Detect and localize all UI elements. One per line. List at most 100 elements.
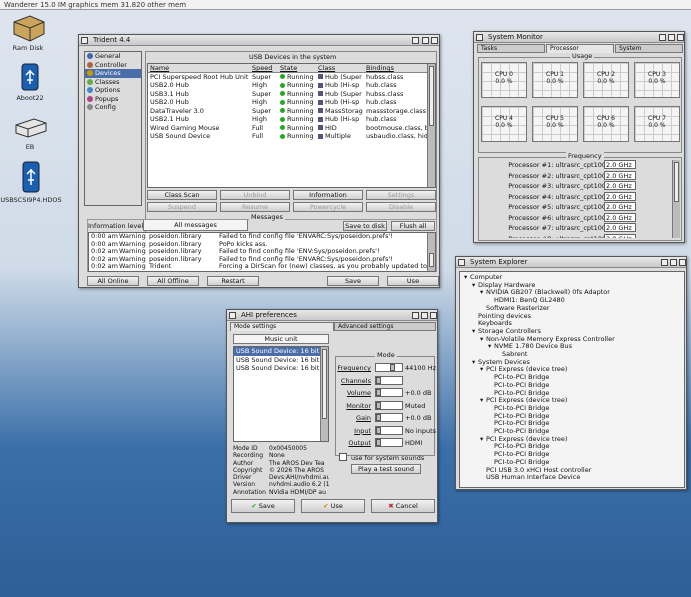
tab-advanced-settings[interactable]: Advanced settings	[334, 322, 436, 331]
slider-knob[interactable]	[376, 426, 381, 434]
log-row[interactable]: 0:02 am Warning poseidon.library Failed to …	[89, 256, 435, 264]
depth-gadget-icon[interactable]	[668, 34, 675, 41]
close-gadget-icon[interactable]	[81, 37, 88, 44]
all-offline-button[interactable]: All Offline	[147, 276, 199, 286]
devices-table[interactable]: Name Speed State Class Bindings PCI Superspe…	[147, 63, 436, 188]
table-row[interactable]: Wired Gaming Mouse Full Running HID bootmous…	[148, 124, 435, 133]
trident-nav-list[interactable]: General Controller Devices Classes Options Po…	[84, 51, 142, 206]
nav-item-classes[interactable]: Classes	[85, 78, 141, 87]
close-gadget-icon[interactable]	[476, 34, 483, 41]
ahi-titlebar[interactable]: AHI preferences	[227, 310, 437, 321]
column-header[interactable]: Class	[318, 64, 364, 73]
mode-scrollbar[interactable]	[320, 347, 328, 441]
slider-knob[interactable]	[376, 376, 381, 384]
ahi-save-button[interactable]: ✔ Save	[231, 499, 295, 513]
input-slider[interactable]	[375, 425, 403, 435]
iconify-gadget-icon[interactable]	[430, 312, 437, 319]
messages-log[interactable]: 0:00 am Warning poseidon.library Failed to …	[88, 232, 436, 272]
tree-node[interactable]: ▾ NVME 1.780 Device Bus	[464, 342, 615, 351]
nav-item-options[interactable]: Options	[85, 86, 141, 95]
table-row[interactable]: PCI Superspeed Root Hub Unit 0 Super Runni…	[148, 73, 435, 82]
slider-knob[interactable]	[376, 439, 381, 446]
iconify-gadget-icon[interactable]	[431, 37, 438, 44]
tab-processor[interactable]: Processor	[546, 44, 614, 53]
play-test-sound-button[interactable]: Play a test sound	[351, 464, 421, 474]
information-button[interactable]: Information	[293, 190, 363, 200]
table-row[interactable]: USB2.0 Hub High Running Hub (Hi-sp hub.class	[148, 98, 435, 107]
suspend-button[interactable]: Suspend	[147, 202, 217, 212]
log-row[interactable]: 0:02 am Warning Trident Forcing a DirScan f…	[89, 263, 435, 271]
table-row[interactable]: USB2.1 Hub High Running Hub (Hi-sp hub.class	[148, 115, 435, 124]
nav-item-devices[interactable]: Devices	[85, 69, 141, 78]
slider-knob[interactable]	[376, 414, 381, 421]
sysmon-titlebar[interactable]: System Monitor	[474, 32, 684, 43]
table-row[interactable]: DataTraveler 3.0 Super Running MassStorag ma…	[148, 107, 435, 116]
resume-button[interactable]: Resume	[220, 202, 290, 212]
class-scan-button[interactable]: Class Scan	[147, 190, 217, 200]
powercycle-button[interactable]: Powercycle	[293, 202, 363, 212]
column-header[interactable]: Bindings	[366, 64, 434, 73]
depth-gadget-icon[interactable]	[421, 312, 428, 319]
monitor-slider[interactable]	[375, 400, 403, 410]
frequency-slider[interactable]	[375, 363, 403, 372]
system-sounds-checkbox[interactable]	[339, 453, 347, 461]
desktop-icon-aboot22[interactable]: Aboot22	[0, 62, 60, 102]
column-header[interactable]: State	[280, 64, 316, 73]
table-row[interactable]: USB Sound Device Full Running Multiple usbau…	[148, 132, 435, 141]
volume-slider[interactable]	[375, 388, 403, 397]
close-gadget-icon[interactable]	[229, 312, 236, 319]
close-gadget-icon[interactable]	[458, 259, 465, 266]
slider-knob[interactable]	[376, 389, 381, 396]
output-slider[interactable]	[375, 438, 403, 447]
unit-select[interactable]: Music unit	[233, 334, 329, 344]
desktop-icon-usbscsi[interactable]: USBSCSI9P4.HDOS	[0, 160, 66, 204]
depth-gadget-icon[interactable]	[422, 37, 429, 44]
tab-mode-settings[interactable]: Mode settings	[230, 322, 334, 331]
device-tree[interactable]: ▾ Computer ▾ Display Hardware ▾ NVIDIA GB2…	[459, 271, 685, 488]
trident-titlebar[interactable]: Trident 4.4	[79, 35, 439, 46]
nav-item-popups[interactable]: Popups	[85, 95, 141, 104]
desktop-icon-ram-disk[interactable]: Ram Disk	[0, 14, 58, 52]
ahi-cancel-button[interactable]: ✖ Cancel	[371, 499, 435, 513]
log-row[interactable]: 0:00 am Warning poseidon.library Failed to …	[89, 233, 435, 241]
audio-mode-item[interactable]: USB Sound Device: 16 bit st	[234, 364, 320, 373]
audio-mode-item[interactable]: USB Sound Device: 16 bit stereo++	[234, 347, 320, 356]
table-row[interactable]: USB2.0 Hub High Running Hub (Hi-sp hub.class	[148, 81, 435, 90]
use-button[interactable]: Use	[387, 276, 439, 286]
tree-node[interactable]: USB Human Interface Device	[464, 473, 615, 482]
tab-system[interactable]: System	[615, 44, 683, 53]
menubar[interactable]: Wanderer 15.0 IM graphics mem 31.820 oth…	[0, 0, 691, 10]
depth-gadget-icon[interactable]	[670, 259, 677, 266]
column-header[interactable]: Speed	[252, 64, 278, 73]
table-row[interactable]: USB3.1 Hub Super Running Hub (Super hubss.cl…	[148, 90, 435, 99]
tab-tasks[interactable]: Tasks	[477, 44, 545, 53]
iconify-gadget-icon[interactable]	[679, 259, 686, 266]
zoom-gadget-icon[interactable]	[659, 34, 666, 41]
ahi-use-button[interactable]: ✔ Use	[301, 499, 365, 513]
log-row[interactable]: 0:02 am Warning poseidon.library Failed to …	[89, 248, 435, 256]
slider-knob[interactable]	[376, 401, 381, 409]
nav-item-controller[interactable]: Controller	[85, 61, 141, 70]
gain-slider[interactable]	[375, 413, 403, 422]
explorer-titlebar[interactable]: System Explorer	[456, 257, 686, 268]
slider-knob[interactable]	[390, 364, 395, 371]
mode-list[interactable]: USB Sound Device: 16 bit stereo++USB Sou…	[233, 346, 329, 442]
desktop-icon-eb[interactable]: EB	[0, 115, 60, 151]
log-scrollbar[interactable]	[427, 233, 435, 271]
zoom-gadget-icon[interactable]	[412, 37, 419, 44]
restart-button[interactable]: Restart	[207, 276, 259, 286]
iconify-gadget-icon[interactable]	[677, 34, 684, 41]
settings-button[interactable]: Settings	[366, 190, 436, 200]
save-button[interactable]: Save	[327, 276, 379, 286]
nav-item-general[interactable]: General	[85, 52, 141, 61]
freq-scrollbar[interactable]	[672, 160, 680, 238]
log-row[interactable]: 0:00 am Warning poseidon.library PoPo kicks…	[89, 241, 435, 249]
unbind-button[interactable]: Unbind	[220, 190, 290, 200]
zoom-gadget-icon[interactable]	[661, 259, 668, 266]
channels-slider[interactable]	[375, 375, 403, 385]
column-header[interactable]: Name	[150, 64, 250, 73]
devices-scrollbar[interactable]	[427, 64, 435, 187]
audio-mode-item[interactable]: USB Sound Device: 16 bit st	[234, 356, 320, 365]
all-online-button[interactable]: All Online	[87, 276, 139, 286]
disable-button[interactable]: Disable	[366, 202, 436, 212]
